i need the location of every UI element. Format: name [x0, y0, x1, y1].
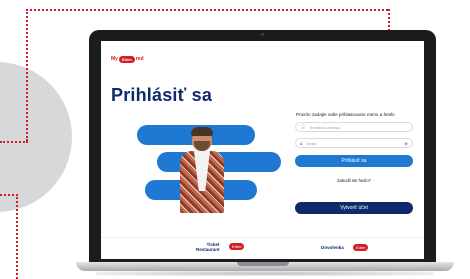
- eye-icon[interactable]: ◉: [404, 141, 408, 147]
- logo-text-left: My: [111, 56, 118, 62]
- stage: My Eden red Prihlásiť sa Prosím zadajte: [0, 0, 470, 279]
- dovolenka-logo[interactable]: Dovolenka: [321, 245, 344, 250]
- camera-icon: [261, 33, 264, 36]
- forgot-password-link[interactable]: Zabudli ste heslo?: [295, 178, 413, 183]
- create-account-button[interactable]: Vytvoriť účet: [295, 202, 413, 214]
- dotted-line-left-branch: [0, 141, 28, 143]
- email-placeholder: Emailová adresa: [309, 124, 340, 130]
- ticket-restaurant-logo[interactable]: Ticket Restaurant: [196, 242, 220, 252]
- login-form: Prosím zadajte vaše prihlasovacie meno a…: [295, 112, 415, 214]
- password-field[interactable]: 🔒︎ Heslo ◉: [295, 138, 413, 148]
- app-logo[interactable]: My Eden red: [111, 54, 144, 64]
- password-placeholder: Heslo: [306, 140, 317, 146]
- hero-illustration: [137, 125, 287, 215]
- person-image: [178, 127, 226, 213]
- brand1-line2: Restaurant: [196, 247, 220, 252]
- laptop-notch: [237, 262, 289, 266]
- brand1-pill: Eden: [229, 243, 245, 250]
- laptop-lid: My Eden red Prihlásiť sa Prosím zadajte: [89, 30, 436, 264]
- lock-icon: 🔒︎: [300, 140, 303, 146]
- email-field[interactable]: 👤︎ Emailová adresa: [295, 122, 413, 132]
- laptop-screen: My Eden red Prihlásiť sa Prosím zadajte: [101, 41, 424, 259]
- logo-pill: Eden: [118, 55, 135, 63]
- dotted-line-top: [26, 9, 388, 11]
- user-icon: 👤︎: [300, 124, 306, 129]
- laptop-shadow: [96, 271, 434, 276]
- dotted-line-left-lower: [16, 194, 18, 279]
- logo-text-right: red: [135, 56, 144, 62]
- login-prompt: Prosím zadajte vaše prihlasovacie meno a…: [296, 112, 395, 117]
- brand2-pill: Eden: [353, 244, 369, 251]
- background-circle: [0, 62, 72, 212]
- person-hair: [191, 127, 213, 136]
- page-title: Prihlásiť sa: [111, 85, 213, 105]
- dotted-line-left-upper: [26, 9, 28, 141]
- footer: Ticket Restaurant Eden Dovolenka Eden: [101, 237, 424, 259]
- login-button[interactable]: Prihlásiť sa: [295, 155, 413, 167]
